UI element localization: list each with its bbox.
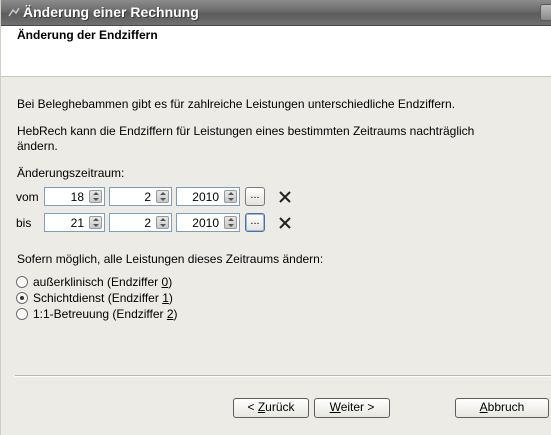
spin-arrows-icon[interactable]: [224, 216, 237, 229]
footer-separator: [15, 375, 551, 377]
period-label: Änderungszeitraum:: [17, 166, 125, 180]
window-title: Änderung einer Rechnung: [23, 4, 199, 20]
to-label: bis: [16, 216, 32, 230]
back-button[interactable]: < Zurück: [233, 398, 309, 418]
clear-x-icon[interactable]: [278, 190, 292, 204]
page-title: Änderung der Endziffern: [17, 28, 158, 42]
from-year-spinner[interactable]: 2010: [176, 187, 240, 206]
from-day-value: 18: [70, 190, 84, 204]
cancel-button[interactable]: Abbruch: [455, 398, 549, 418]
to-month-value: 2: [144, 216, 151, 230]
radio-button-selected[interactable]: [16, 292, 28, 304]
dialog-window: Änderung einer Rechnung Änderung der End…: [0, 0, 551, 435]
intro-text-3: ändern.: [17, 139, 58, 153]
title-bar[interactable]: Änderung einer Rechnung: [1, 0, 551, 26]
from-year-value: 2010: [192, 190, 219, 204]
clear-x-icon[interactable]: [278, 216, 292, 230]
intro-text-2: HebRech kann die Endziffern für Leistung…: [17, 124, 475, 138]
to-day-spinner[interactable]: 21: [44, 213, 105, 232]
radio-button[interactable]: [16, 276, 28, 288]
radio-label: außerklinisch (Endziffer 0): [33, 275, 173, 289]
spin-arrows-icon[interactable]: [224, 190, 237, 203]
radio-label: 1:1-Betreuung (Endziffer 2): [33, 307, 178, 321]
to-date-picker-button[interactable]: ...: [245, 213, 265, 232]
radio-label: Schichtdienst (Endziffer 1): [33, 291, 173, 305]
spin-arrows-icon[interactable]: [156, 190, 169, 203]
next-button[interactable]: Weiter >: [314, 398, 390, 418]
from-label: vom: [16, 190, 39, 204]
to-day-value: 21: [70, 216, 84, 230]
window-app-icon: [8, 7, 20, 17]
intro-text-1: Bei Beleghebammen gibt es für zahlreiche…: [17, 97, 456, 111]
from-day-spinner[interactable]: 18: [44, 187, 105, 206]
to-month-spinner[interactable]: 2: [109, 213, 172, 232]
to-year-spinner[interactable]: 2010: [176, 213, 240, 232]
from-date-picker-button[interactable]: ...: [245, 187, 265, 206]
spin-arrows-icon[interactable]: [89, 190, 102, 203]
to-year-value: 2010: [192, 216, 219, 230]
from-month-value: 2: [144, 190, 151, 204]
close-window-button[interactable]: [540, 4, 551, 21]
radio-button[interactable]: [16, 308, 28, 320]
spin-arrows-icon[interactable]: [89, 216, 102, 229]
from-month-spinner[interactable]: 2: [109, 187, 172, 206]
options-label: Sofern möglich, alle Leistungen dieses Z…: [17, 252, 324, 266]
spin-arrows-icon[interactable]: [156, 216, 169, 229]
